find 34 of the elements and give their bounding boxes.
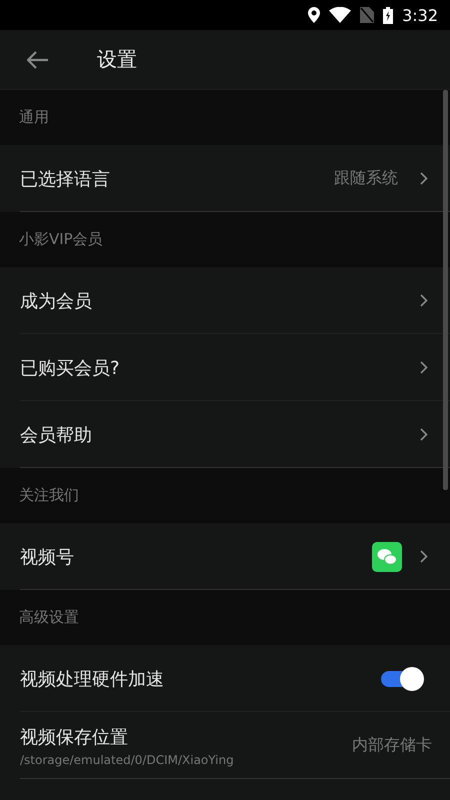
settings-item[interactable]: 视频保存位置 /storage/emulated/0/DCIM/XiaoYing 内部存储卡 (0, 712, 450, 779)
location-icon (308, 7, 320, 23)
settings-item[interactable]: 已选择语言 跟随系统 (0, 145, 450, 212)
item-label: 视频处理硬件加速 (20, 668, 165, 690)
item-label: 已购买会员? (20, 356, 121, 380)
page-title: 设置 (97, 46, 137, 73)
chevron-right-icon (420, 428, 428, 441)
item-path: /storage/emulated/0/DCIM/XiaoYing (20, 752, 235, 766)
item-label: 已选择语言 (20, 168, 111, 190)
chevron-right-icon (420, 550, 428, 563)
item-value: 跟随系统 (334, 168, 398, 189)
item-label: 会员帮助 (20, 424, 93, 446)
clock-time: 3:32 (402, 6, 438, 24)
settings-item[interactable]: 已购买会员? (0, 334, 450, 401)
chevron-right-icon (420, 361, 428, 374)
settings-item[interactable]: 会员帮助 (0, 401, 450, 468)
chevron-right-icon (420, 294, 428, 307)
no-sim-icon (360, 7, 374, 23)
item-label: 成为会员 (20, 290, 93, 312)
wifi-icon (329, 7, 352, 23)
back-arrow-icon[interactable] (27, 50, 49, 68)
chevron-right-icon (420, 172, 428, 185)
settings-item[interactable]: 成为会员 (0, 267, 450, 334)
setting-row[interactable]: 视频处理硬件加速 (0, 645, 450, 712)
battery-charging-icon (383, 6, 394, 24)
item-label: 视频保存位置 (20, 726, 129, 748)
section-header: 通用 (19, 108, 49, 127)
section-header: 高级设置 (19, 608, 79, 627)
item-value: 内部存储卡 (352, 735, 432, 756)
settings-item[interactable]: 视频号 (0, 523, 450, 590)
section-header: 关注我们 (19, 486, 79, 505)
section-header: 小影VIP会员 (19, 230, 103, 249)
chat-bubbles-icon (372, 542, 402, 572)
item-label: 视频号 (20, 546, 75, 568)
